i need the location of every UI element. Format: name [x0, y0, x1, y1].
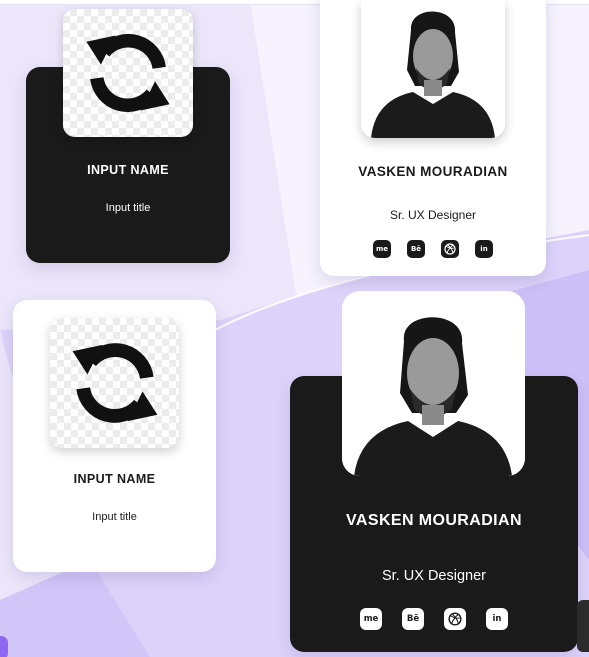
dribbble-icon[interactable] — [441, 240, 459, 258]
card-name: VASKEN MOURADIAN — [358, 164, 508, 179]
card-title: Sr. UX Designer — [389, 208, 477, 222]
refresh-icon — [72, 343, 157, 423]
card-name: INPUT NAME — [87, 163, 169, 177]
behance-icon[interactable]: Bē — [402, 608, 424, 630]
dribbble-icon[interactable] — [444, 608, 466, 630]
profile-card-dark-placeholder[interactable]: INPUT NAME Input title — [26, 9, 230, 263]
refresh-icon — [86, 33, 170, 113]
profile-photo — [342, 291, 525, 476]
card-title: Input title — [92, 511, 137, 523]
card-title: Sr. UX Designer — [382, 568, 486, 584]
behance-me-icon[interactable]: me — [373, 240, 391, 258]
image-placeholder[interactable] — [63, 9, 193, 137]
profile-card-dark-photo[interactable]: VASKEN MOURADIAN Sr. UX Designer me Bē i… — [290, 291, 578, 652]
behance-me-icon[interactable]: me — [360, 608, 382, 630]
card-name: VASKEN MOURADIAN — [346, 512, 522, 529]
social-links: me Bē in — [290, 608, 578, 630]
profile-card-light-placeholder[interactable]: INPUT NAME Input title — [13, 300, 216, 572]
image-placeholder[interactable] — [50, 318, 179, 448]
profile-photo — [361, 0, 505, 138]
accent-handle[interactable] — [0, 636, 8, 657]
side-panel-handle[interactable] — [577, 600, 589, 652]
social-links: me Bē in — [320, 240, 546, 258]
card-name: INPUT NAME — [73, 472, 156, 486]
profile-card-light-photo[interactable]: VASKEN MOURADIAN Sr. UX Designer me Bē i… — [320, 0, 546, 276]
linkedin-icon[interactable]: in — [475, 240, 493, 258]
linkedin-icon[interactable]: in — [486, 608, 508, 630]
card-title: Input title — [105, 202, 151, 214]
behance-icon[interactable]: Bē — [407, 240, 425, 258]
